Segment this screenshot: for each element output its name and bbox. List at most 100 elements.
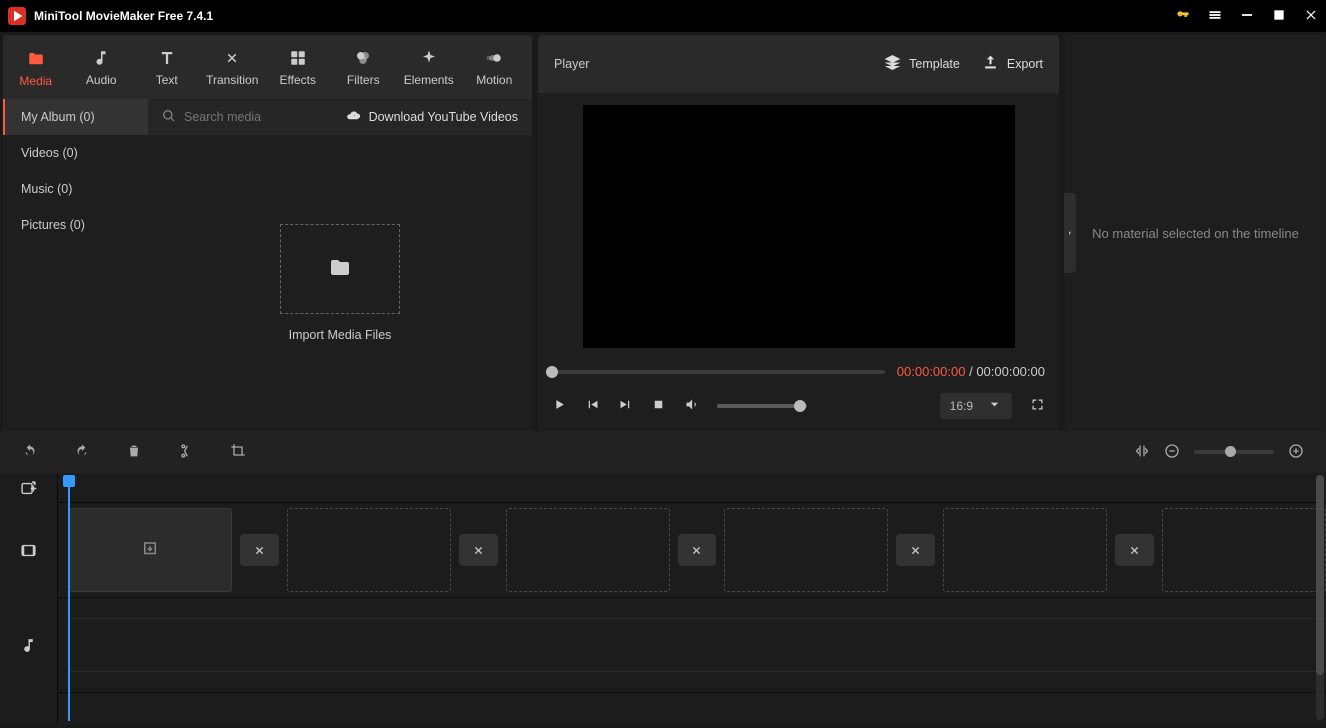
audio-track-area[interactable] [68, 618, 1326, 672]
tab-label: Audio [86, 73, 117, 87]
clip-drop-slot[interactable] [287, 508, 451, 592]
import-media-button[interactable] [280, 224, 400, 314]
maximize-icon[interactable] [1272, 8, 1286, 25]
tab-audio[interactable]: Audio [69, 35, 135, 99]
player-panel: Player Template Export 00:00:00:00 / 00:… [538, 35, 1059, 431]
category-my-album[interactable]: My Album (0) [3, 99, 148, 135]
time-display: 00:00:00:00 / 00:00:00:00 [897, 364, 1045, 379]
fullscreen-button[interactable] [1030, 397, 1045, 415]
export-button[interactable]: Export [982, 54, 1043, 74]
category-pictures[interactable]: Pictures (0) [3, 207, 148, 243]
tab-motion[interactable]: Motion [462, 35, 528, 99]
tab-label: Motion [476, 73, 512, 87]
transition-slot[interactable] [1115, 534, 1154, 566]
clip-drop-slot[interactable] [506, 508, 670, 592]
player-title: Player [554, 57, 862, 71]
search-icon [162, 109, 176, 126]
download-youtube-link[interactable]: Download YouTube Videos [346, 108, 518, 126]
close-icon[interactable] [1304, 8, 1318, 25]
library-top-tabs: Media Audio Text Transition Effects Filt… [3, 35, 532, 99]
clip-drop-slot[interactable] [724, 508, 888, 592]
scrub-thumb[interactable] [546, 366, 558, 378]
prev-frame-button[interactable] [585, 397, 600, 415]
video-track-icon [0, 503, 57, 598]
volume-slider[interactable] [717, 404, 807, 408]
tab-media[interactable]: Media [3, 35, 69, 99]
play-button[interactable] [552, 397, 567, 415]
zoom-slider[interactable] [1194, 450, 1274, 454]
delete-button[interactable] [126, 443, 142, 462]
tab-label: Elements [404, 73, 454, 87]
search-input[interactable] [184, 110, 336, 124]
text-icon [158, 48, 176, 68]
timeline [0, 473, 1326, 725]
tab-filters[interactable]: Filters [331, 35, 397, 99]
tab-transition[interactable]: Transition [200, 35, 266, 99]
upgrade-key-icon[interactable] [1176, 8, 1190, 25]
volume-thumb[interactable] [794, 400, 806, 412]
folder-icon [328, 256, 352, 283]
effects-icon [289, 48, 307, 68]
hamburger-menu-icon[interactable] [1208, 8, 1222, 25]
category-videos[interactable]: Videos (0) [3, 135, 148, 171]
split-button[interactable] [178, 443, 194, 462]
timeline-ruler[interactable] [58, 473, 1326, 503]
add-track-button[interactable] [0, 473, 57, 503]
collapse-handle[interactable] [1064, 193, 1076, 273]
timeline-scrollbar[interactable] [1316, 475, 1324, 720]
audio-track-icon [0, 598, 57, 693]
export-icon [982, 54, 999, 74]
redo-button[interactable] [74, 443, 90, 462]
library-panel: Media Audio Text Transition Effects Filt… [3, 35, 532, 431]
transition-slot[interactable] [459, 534, 498, 566]
playhead[interactable] [68, 475, 70, 721]
next-frame-button[interactable] [618, 397, 633, 415]
tab-label: Transition [206, 73, 258, 87]
category-music[interactable]: Music (0) [3, 171, 148, 207]
export-label: Export [1007, 57, 1043, 71]
aspect-ratio-select[interactable]: 16:9 [940, 393, 1012, 419]
tab-label: Text [156, 73, 178, 87]
video-track[interactable] [58, 503, 1326, 598]
download-youtube-label: Download YouTube Videos [369, 110, 518, 124]
crop-button[interactable] [230, 443, 246, 462]
library-categories: My Album (0) Videos (0) Music (0) Pictur… [3, 99, 148, 431]
sparkle-icon [420, 48, 438, 68]
stop-button[interactable] [651, 397, 666, 415]
audio-track[interactable] [58, 598, 1326, 693]
app-title: MiniTool MovieMaker Free 7.4.1 [34, 9, 1176, 23]
tab-label: Filters [347, 73, 380, 87]
tab-text[interactable]: Text [134, 35, 200, 99]
transition-slot[interactable] [240, 534, 279, 566]
aspect-ratio-value: 16:9 [950, 399, 973, 413]
current-time: 00:00:00:00 [897, 364, 966, 379]
clip-drop-slot[interactable] [1162, 508, 1326, 592]
total-time: 00:00:00:00 [976, 364, 1045, 379]
transition-slot[interactable] [896, 534, 935, 566]
timeline-toolbar [0, 431, 1326, 473]
tab-effects[interactable]: Effects [265, 35, 331, 99]
zoom-thumb[interactable] [1225, 446, 1236, 457]
template-button[interactable]: Template [884, 54, 960, 74]
tab-label: Media [19, 74, 52, 88]
folder-icon [27, 49, 45, 69]
undo-button[interactable] [22, 443, 38, 462]
video-preview [583, 105, 1015, 348]
inspector-empty-text: No material selected on the timeline [1092, 226, 1299, 241]
music-note-icon [92, 48, 110, 68]
scrub-bar[interactable] [552, 370, 885, 374]
zoom-in-button[interactable] [1288, 443, 1304, 462]
clip-drop-slot[interactable] [68, 508, 232, 592]
tab-elements[interactable]: Elements [396, 35, 462, 99]
zoom-out-button[interactable] [1164, 443, 1180, 462]
transition-slot[interactable] [678, 534, 717, 566]
scrollbar-thumb[interactable] [1316, 475, 1324, 675]
minimize-icon[interactable] [1240, 8, 1254, 25]
volume-icon[interactable] [684, 397, 699, 415]
motion-icon [485, 48, 503, 68]
app-logo [8, 7, 26, 25]
clip-drop-slot[interactable] [943, 508, 1107, 592]
filters-icon [354, 48, 372, 68]
chevron-down-icon [987, 397, 1002, 415]
auto-fit-icon[interactable] [1134, 443, 1150, 462]
